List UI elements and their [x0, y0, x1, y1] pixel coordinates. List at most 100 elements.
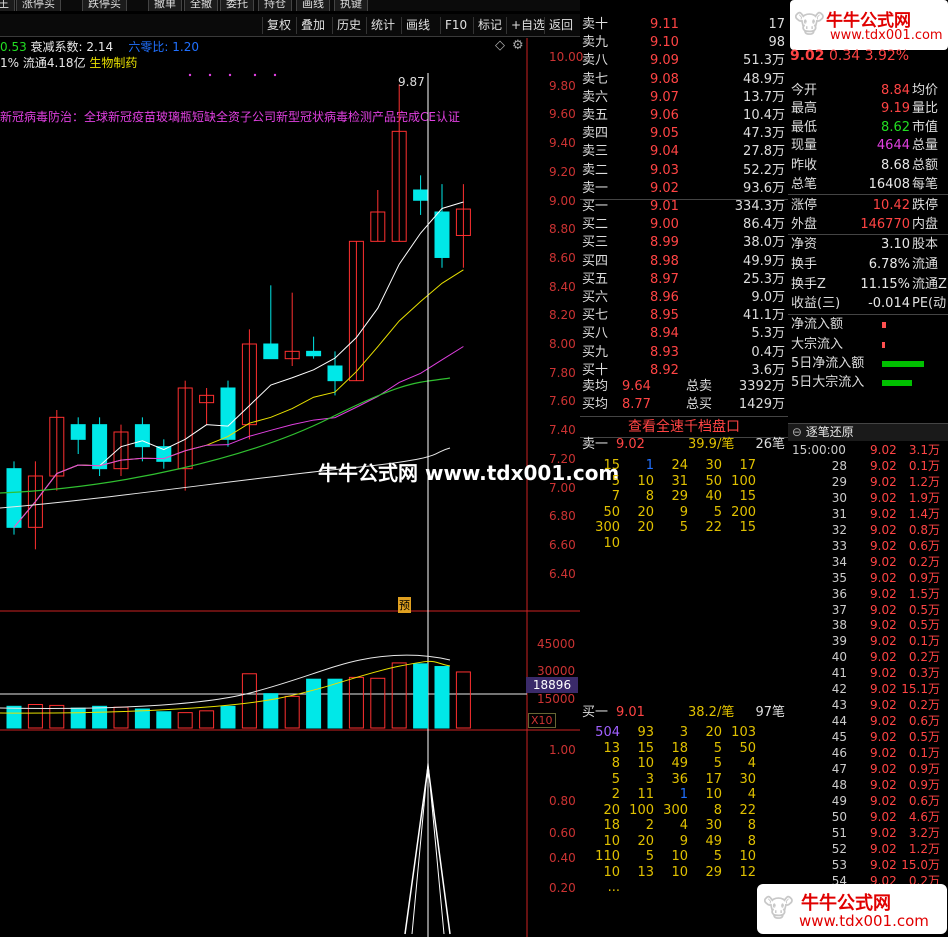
oscillator-tick-label: 0.80	[549, 794, 576, 808]
book-volume: 86.4万	[743, 217, 785, 233]
toolbar-button[interactable]: 持仓	[258, 0, 292, 11]
price-tick-label: 8.80	[549, 222, 576, 237]
queue-order: 100	[629, 802, 654, 818]
chart-toolbar-button[interactable]: +自选	[506, 17, 549, 34]
chart-toolbar-button[interactable]: 历史	[332, 17, 365, 34]
book-label: 卖一	[582, 180, 609, 196]
toolbar-button[interactable]: 王	[0, 0, 15, 11]
candle-body	[134, 424, 150, 448]
queue-order: 15	[739, 520, 756, 535]
queue-order: 13	[603, 740, 620, 756]
sell-level[interactable]: 卖二 9.03 52.2万	[580, 162, 788, 180]
sell-level[interactable]: 卖一 9.02 93.6万	[580, 180, 788, 198]
candle-body	[92, 424, 108, 470]
book-price: 9.02	[650, 180, 679, 196]
book-label: 卖二	[582, 162, 609, 178]
avg-cell: 总买	[686, 397, 713, 412]
toolbar-button[interactable]: 画线	[296, 0, 330, 11]
ticks-header[interactable]: ⊖ 逐笔还原	[788, 423, 948, 441]
stat-label: 昨收	[791, 158, 818, 173]
book-volume: 10.4万	[743, 108, 785, 123]
queue-order: 10	[671, 864, 688, 880]
volume-bar	[370, 677, 386, 729]
sell-level[interactable]: 卖八 9.09 51.3万	[580, 52, 788, 70]
buy-level[interactable]: 买四 8.98 49.9万	[580, 253, 788, 271]
stat-label: 涨停	[791, 198, 818, 213]
toolbar-button[interactable]: 委托	[220, 0, 254, 11]
price-change-pct: 3.92%	[864, 48, 910, 64]
book-volume: 49.9万	[743, 253, 785, 269]
sell-queue-label: 卖一	[582, 437, 609, 452]
forecast-badge[interactable]: 预	[398, 597, 411, 613]
queue-order: 8	[645, 489, 654, 504]
queue-order: 7	[611, 489, 620, 504]
queue-order: 20	[637, 520, 654, 535]
toolbar-button[interactable]: 全撤	[184, 0, 218, 11]
queue-order: 10	[637, 473, 654, 489]
queue-order: 20	[637, 504, 654, 520]
chart-toolbar-button[interactable]: F10	[440, 17, 471, 34]
queue-order: 5	[713, 756, 722, 771]
book-price: 9.06	[650, 108, 679, 123]
avg-cell: 总卖	[686, 379, 713, 394]
toolbar-button[interactable]: 执键	[334, 0, 368, 11]
sell-level[interactable]: 卖七 9.08 48.9万	[580, 71, 788, 89]
buy-level[interactable]: 买六 8.96 9.0万	[580, 289, 788, 307]
sell-level[interactable]: 卖十 9.11 17	[580, 16, 788, 34]
flow-bar	[882, 322, 886, 328]
collapse-icon[interactable]: ⊖	[788, 425, 802, 439]
sell-level[interactable]: 卖四 9.05 47.3万	[580, 125, 788, 143]
queue-order: 40	[705, 489, 722, 504]
buy-level[interactable]: 买一 9.01 334.3万	[580, 198, 788, 216]
deep-book-link[interactable]: 查看全速千档盘口	[580, 416, 788, 438]
oscillator-tick-label: 1.00	[549, 743, 576, 757]
watermark-url: www.tdx001.com	[830, 28, 943, 43]
cow-logo-icon: 🐮	[763, 894, 794, 924]
queue-order: 22	[739, 802, 756, 818]
sell-level[interactable]: 卖六 9.07 13.7万	[580, 89, 788, 107]
chart-toolbar-button[interactable]: 标记	[473, 17, 506, 34]
book-price: 8.93	[650, 344, 679, 360]
queue-order: 22	[705, 520, 722, 535]
stat-row: 换手 6.78% 流通	[790, 256, 948, 274]
queue-order: 36	[671, 771, 688, 787]
buy-level[interactable]: 买二 9.00 86.4万	[580, 216, 788, 234]
book-volume: 5.3万	[751, 326, 785, 342]
buy-level[interactable]: 买九 8.93 0.4万	[580, 344, 788, 362]
queue-order: 5	[713, 504, 722, 520]
chart-toolbar-button[interactable]: 画线	[401, 17, 434, 34]
queue-order: 8	[713, 802, 722, 818]
price-tick-label: 7.40	[549, 423, 576, 438]
candle-body	[263, 343, 279, 360]
book-label: 卖四	[582, 126, 609, 142]
book-label: 买五	[582, 271, 609, 287]
queue-order: 17	[739, 458, 756, 473]
ma10-line	[13, 269, 464, 528]
toolbar-button[interactable]: 涨停买	[16, 0, 61, 11]
queue-order: 15	[603, 458, 620, 473]
buy-level[interactable]: 买七 8.95 41.1万	[580, 307, 788, 325]
flow-bar	[882, 380, 912, 386]
toolbar-button[interactable]: 跌停买	[82, 0, 127, 11]
chart-toolbar-button[interactable]: 统计	[366, 17, 399, 34]
queue-order: 10	[705, 787, 722, 802]
last-price: 9.02	[790, 48, 825, 64]
toolbar-button[interactable]: 撤单	[148, 0, 182, 11]
buy-level[interactable]: 买三 8.99 38.0万	[580, 234, 788, 252]
price-change: 0.34	[829, 48, 861, 64]
buy-queue-label: 买一	[582, 705, 609, 720]
buy-queue-per-trade: 38.2/笔	[688, 705, 735, 720]
queue-order: 20	[705, 725, 722, 740]
buy-level[interactable]: 买八 8.94 5.3万	[580, 325, 788, 343]
chart-toolbar-button[interactable]: 叠加	[296, 17, 329, 34]
book-volume: 47.3万	[743, 126, 785, 142]
sell-level[interactable]: 卖三 9.04 27.8万	[580, 143, 788, 161]
queue-order: 30	[739, 771, 756, 787]
chart-toolbar-button[interactable]: 复权	[262, 17, 295, 34]
buy-level[interactable]: 买五 8.97 25.3万	[580, 271, 788, 289]
chart-area[interactable]	[0, 38, 580, 937]
chart-toolbar-button[interactable]: 返回	[544, 17, 577, 34]
sell-level[interactable]: 卖五 9.06 10.4万	[580, 107, 788, 125]
price-tick-label: 8.40	[549, 279, 576, 294]
sell-level[interactable]: 卖九 9.10 98	[580, 34, 788, 52]
